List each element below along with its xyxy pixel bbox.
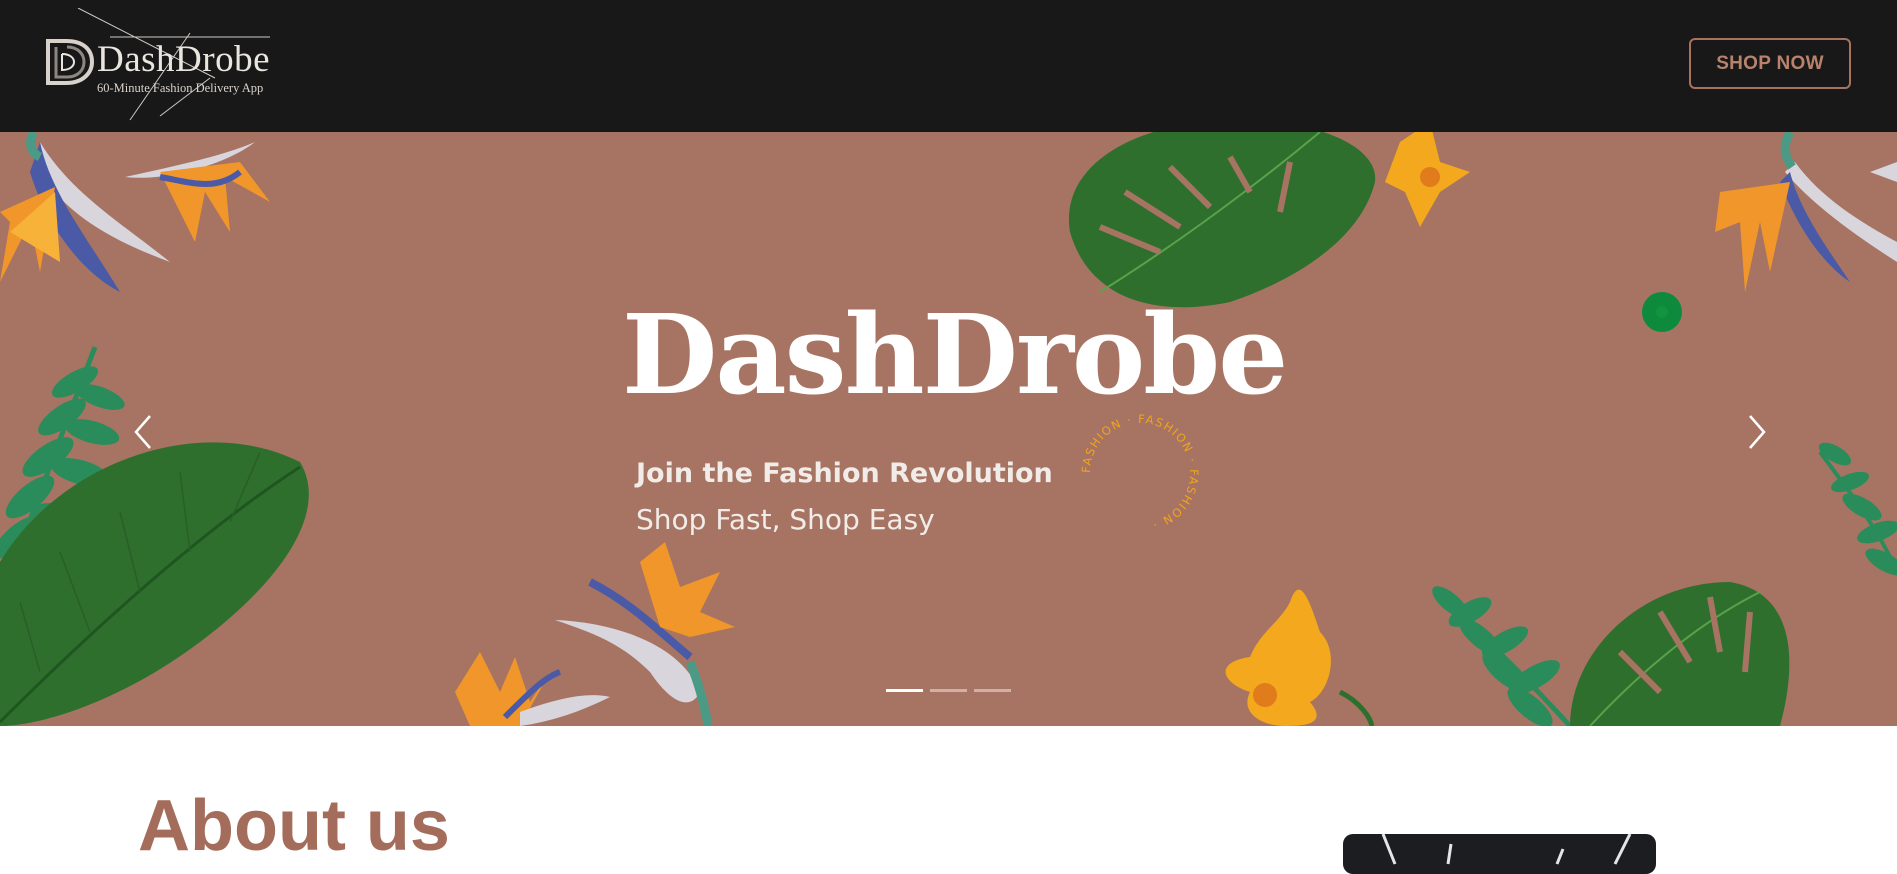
decorative-dot xyxy=(1642,292,1682,332)
about-image-lights xyxy=(1381,834,1632,865)
about-title: About us xyxy=(138,786,450,866)
bird-of-paradise-flower xyxy=(1715,132,1897,292)
logo-tagline: 60-Minute Fashion Delivery App xyxy=(97,81,264,95)
monstera-leaf xyxy=(1068,132,1376,308)
hero-title: DashDrobe xyxy=(622,290,1288,419)
carousel-indicator-1[interactable] xyxy=(886,689,923,692)
monstera-leaf xyxy=(1570,582,1790,726)
fern-leaf xyxy=(1818,442,1897,576)
orchid-flower xyxy=(1385,132,1470,227)
fern-leaf xyxy=(1432,586,1572,726)
hero-tagline: Shop Fast, Shop Easy xyxy=(636,503,935,536)
logo[interactable]: DashDrobe 60-Minute Fashion Delivery App xyxy=(40,8,280,123)
hero-carousel: DashDrobe Join the Fashion Revolution Sh… xyxy=(0,132,1897,726)
badge-text: FASHION · FASHION · FASHION · xyxy=(1079,412,1200,533)
about-image xyxy=(1343,834,1656,874)
tropical-background-illustration xyxy=(0,132,1897,726)
fashion-circle-badge: FASHION · FASHION · FASHION · xyxy=(1079,412,1201,533)
bird-of-paradise-flower xyxy=(0,132,170,292)
svg-text:FASHION · FASHION · FASHION ·: FASHION · FASHION · FASHION · xyxy=(1079,412,1201,533)
shop-now-button[interactable]: SHOP NOW xyxy=(1689,38,1851,89)
chevron-left-icon[interactable] xyxy=(128,410,158,454)
carousel-indicator-2[interactable] xyxy=(930,689,967,692)
carousel-indicators xyxy=(886,689,1011,692)
orchid-flower xyxy=(1225,589,1375,726)
carousel-indicator-3[interactable] xyxy=(974,689,1011,692)
logo-name: DashDrobe xyxy=(97,39,271,80)
chevron-right-icon[interactable] xyxy=(1742,410,1772,454)
bird-of-paradise-flower xyxy=(455,542,735,726)
hero-subtitle: Join the Fashion Revolution xyxy=(636,458,1053,489)
site-header: DashDrobe 60-Minute Fashion Delivery App… xyxy=(0,0,1897,132)
bird-of-paradise-flower xyxy=(125,142,270,242)
